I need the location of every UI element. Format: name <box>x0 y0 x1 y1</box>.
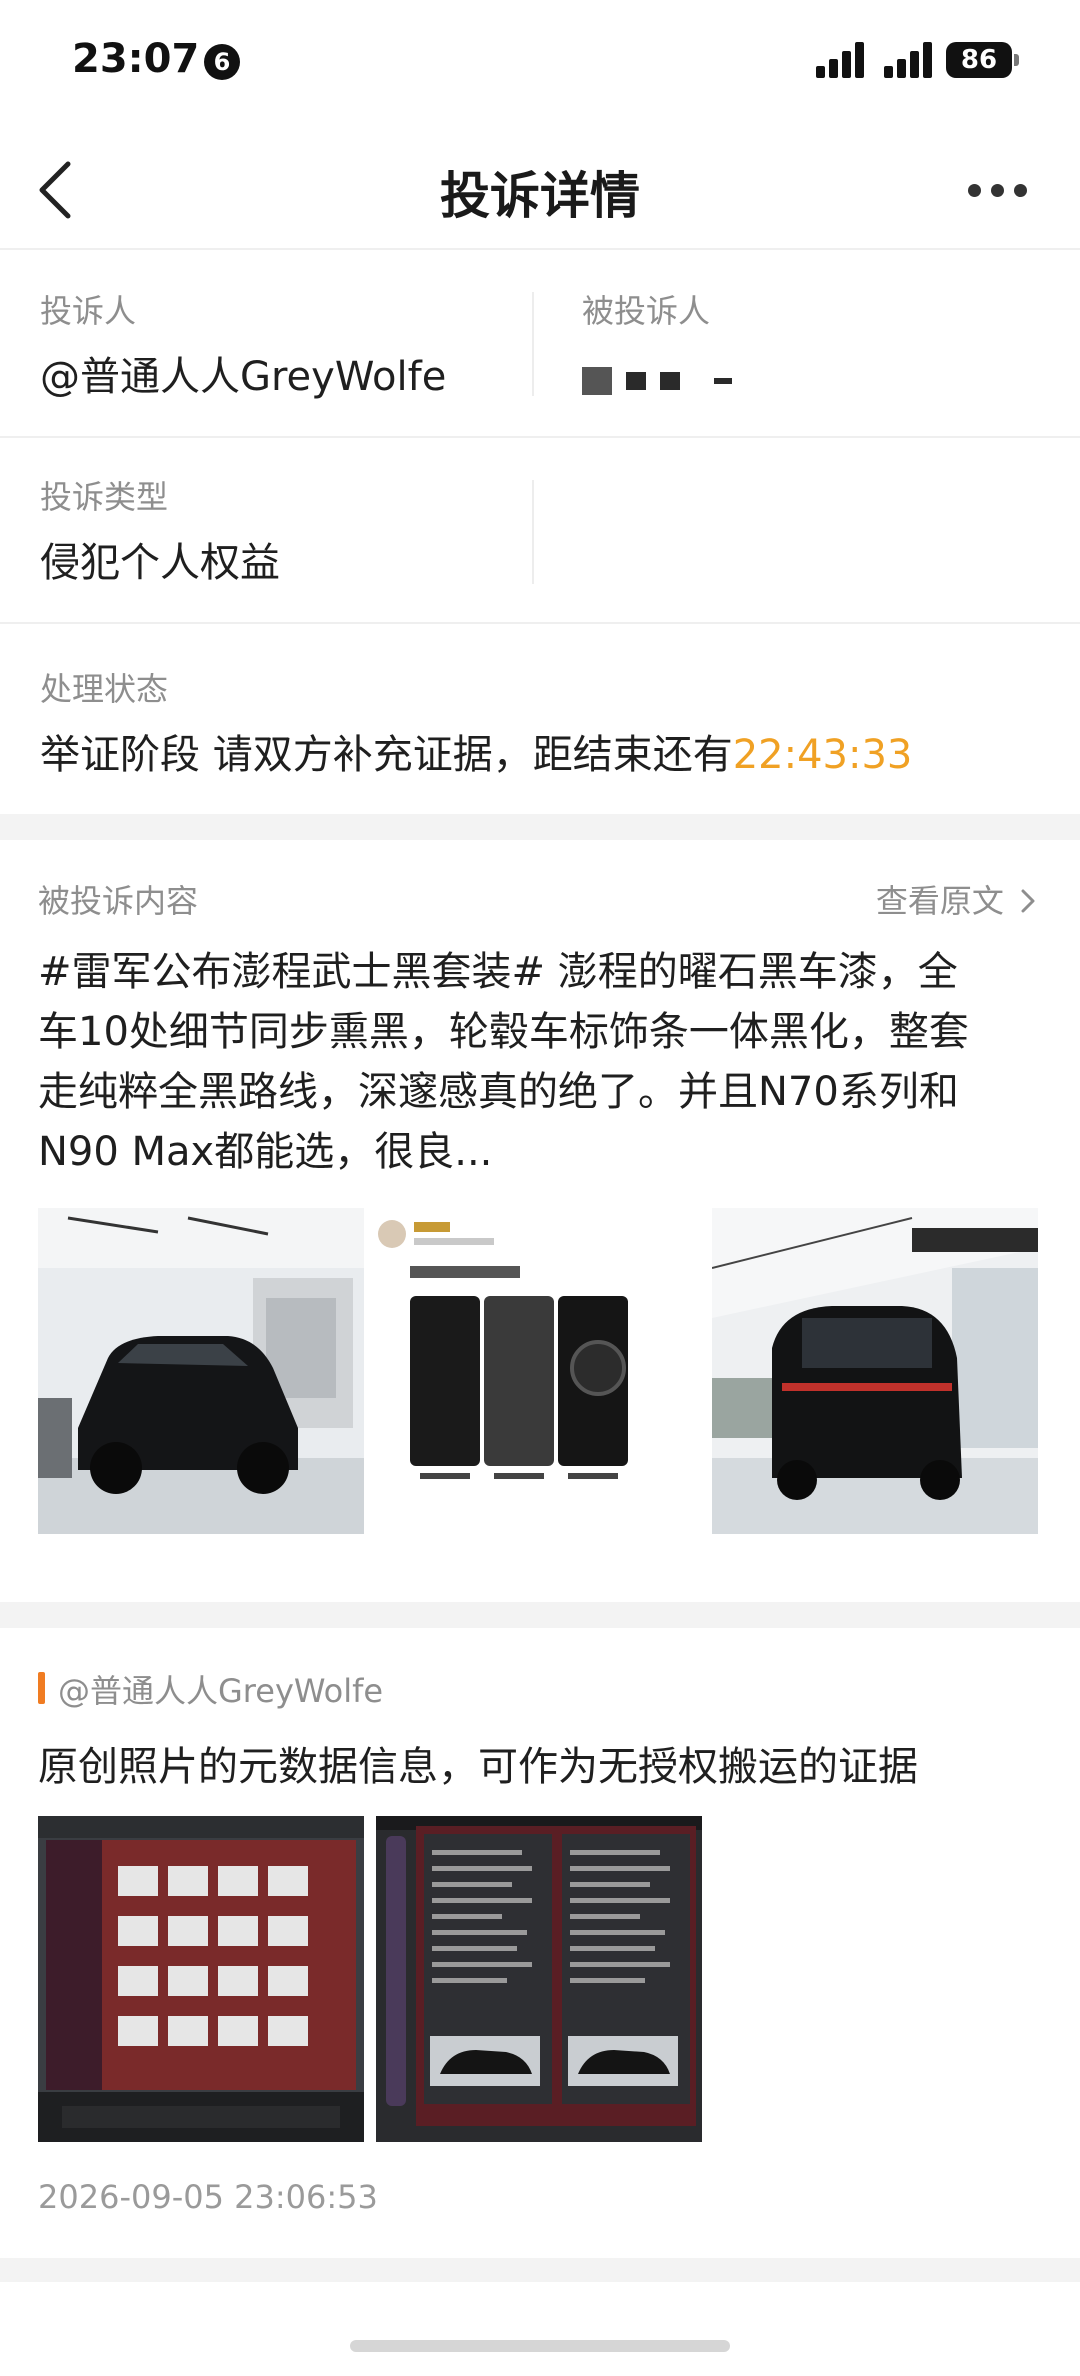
complained-content-label: 被投诉内容 <box>38 882 199 920</box>
countdown-timer: 22:43:33 <box>732 732 913 778</box>
battery-tip <box>1014 54 1019 66</box>
post-image-1[interactable] <box>38 1208 364 1534</box>
post-text-line: 走纯粹全黑路线，深邃感真的绝了。并且N70系列和 <box>38 1069 959 1115</box>
section-gap <box>0 2258 1080 2282</box>
post-text-line: N90 Max都能选，很良... <box>38 1129 493 1175</box>
respondent-label: 被投诉人 <box>582 292 711 330</box>
battery-icon: 86 <box>946 42 1012 78</box>
complaint-type-row: 投诉类型 侵犯个人权益 <box>0 438 1080 624</box>
status-row: 处理状态 举证阶段 请双方补充证据，距结束还有22:43:33 <box>0 624 1080 814</box>
status-time: 23:07 <box>72 36 200 82</box>
respondent-name-redacted <box>582 356 746 402</box>
evidence-timestamp: 2026-09-05 23:06:53 <box>38 2178 378 2216</box>
column-divider <box>532 480 534 584</box>
complaint-type-label: 投诉类型 <box>40 478 169 516</box>
column-divider <box>532 292 534 396</box>
complainant-label: 投诉人 <box>40 292 137 330</box>
section-gap <box>0 1602 1080 1628</box>
post-image-2[interactable] <box>376 1208 702 1534</box>
complaint-type-value: 侵犯个人权益 <box>40 540 280 586</box>
evidence-image-2[interactable] <box>376 1816 702 2142</box>
cellular-signal-icon <box>816 42 868 78</box>
cellular-signal-2-icon <box>884 42 936 78</box>
view-original-label: 查看原文 <box>875 882 1004 920</box>
status-label: 处理状态 <box>40 670 169 708</box>
status-bar: 23:07 6 86 <box>0 0 1080 120</box>
parties-row: 投诉人 @普通人人GreyWolfe 被投诉人 <box>0 252 1080 438</box>
more-options-icon[interactable] <box>962 170 1032 210</box>
section-gap <box>0 814 1080 840</box>
evidence-author[interactable]: @普通人人GreyWolfe <box>38 1666 383 1712</box>
post-image-3[interactable] <box>712 1208 1038 1534</box>
evidence-image-1[interactable] <box>38 1816 364 2142</box>
post-text-line: #雷军公布澎程武士黑套装# 澎程的曜石黑车漆，全 <box>38 949 958 995</box>
home-indicator[interactable] <box>350 2340 730 2352</box>
evidence-description: 原创照片的元数据信息，可作为无授权搬运的证据 <box>38 1744 918 1790</box>
chevron-right-icon <box>1021 889 1035 913</box>
status-description: 举证阶段 请双方补充证据，距结束还有 <box>40 732 733 778</box>
nav-header: 投诉详情 <box>0 130 1080 250</box>
view-original-link[interactable]: 查看原文 <box>876 876 1038 922</box>
page-title: 投诉详情 <box>440 167 640 225</box>
complained-post-text[interactable]: #雷军公布澎程武士黑套装# 澎程的曜石黑车漆，全 车10处细节同步熏黑，轮毂车标… <box>38 942 1048 1182</box>
notification-badge: 6 <box>204 44 240 80</box>
complainant-name[interactable]: @普通人人GreyWolfe <box>40 344 446 402</box>
status-text: 举证阶段 请双方补充证据，距结束还有22:43:33 <box>40 722 912 780</box>
post-text-line: 车10处细节同步熏黑，轮毂车标饰条一体黑化，整套 <box>38 1009 969 1055</box>
